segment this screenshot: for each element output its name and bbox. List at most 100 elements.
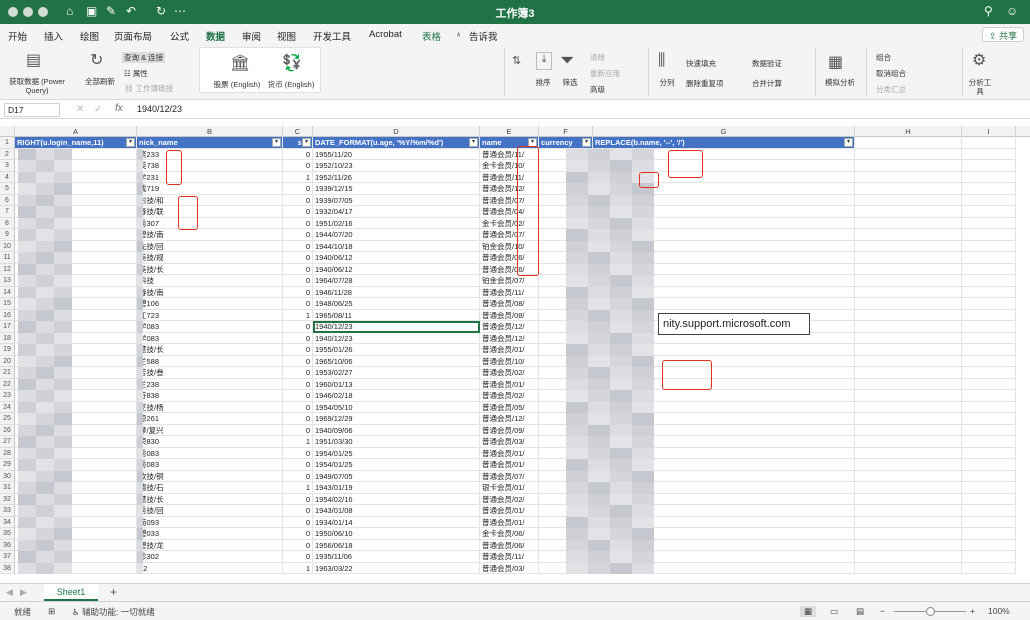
cell[interactable]: [855, 493, 962, 505]
sort-button[interactable]: 排序: [530, 78, 556, 87]
cell[interactable]: 0: [283, 263, 313, 275]
cell[interactable]: 1940/12/23: [313, 332, 480, 344]
cell[interactable]: 0: [283, 551, 313, 563]
cell[interactable]: [962, 309, 1016, 321]
cell[interactable]: 1943/01/08: [313, 505, 480, 517]
cell[interactable]: 琴/复兴: [137, 424, 283, 436]
cell[interactable]: 芳技/叁: [137, 367, 283, 379]
next-sheet-icon[interactable]: ▶: [20, 587, 27, 598]
cell[interactable]: [962, 459, 1016, 471]
insert-function-icon[interactable]: fx: [115, 103, 123, 114]
cell[interactable]: 学083: [137, 332, 283, 344]
cell[interactable]: 1956/06/18: [313, 539, 480, 551]
cell[interactable]: 0: [283, 470, 313, 482]
cell[interactable]: 0: [283, 275, 313, 287]
column-header-f[interactable]: F: [539, 126, 593, 137]
cell[interactable]: 慧技/长: [137, 493, 283, 505]
cell[interactable]: 0: [283, 378, 313, 390]
cell[interactable]: 0: [283, 459, 313, 471]
sheet-tab-sheet1[interactable]: Sheet1: [44, 584, 98, 601]
cell[interactable]: [855, 206, 962, 218]
cell[interactable]: 普通会员/09/: [480, 424, 539, 436]
cell[interactable]: [962, 413, 1016, 425]
cell[interactable]: [855, 286, 962, 298]
cell[interactable]: 金卡会员/06/: [480, 528, 539, 540]
cell[interactable]: 学083: [137, 321, 283, 333]
macro-record-icon[interactable]: ⊞: [48, 606, 55, 617]
cell[interactable]: 0: [283, 528, 313, 540]
cell[interactable]: 1940/09/06: [313, 424, 480, 436]
cell[interactable]: 荣830: [137, 436, 283, 448]
cell[interactable]: 1: [283, 482, 313, 494]
row-number[interactable]: 29: [0, 459, 15, 471]
cell[interactable]: 芬838: [137, 390, 283, 402]
tab-developer[interactable]: 开发工具: [313, 29, 351, 43]
cell[interactable]: [855, 539, 962, 551]
filter-dropdown-icon[interactable]: ▾: [582, 138, 591, 147]
cell[interactable]: 0: [283, 332, 313, 344]
cell[interactable]: 铂金会员/07/: [480, 275, 539, 287]
cell[interactable]: [855, 263, 962, 275]
row-number[interactable]: 19: [0, 344, 15, 356]
cell[interactable]: 1: [283, 436, 313, 448]
cell[interactable]: 普通会员/01/: [480, 516, 539, 528]
cell[interactable]: [962, 436, 1016, 448]
row-number[interactable]: 14: [0, 286, 15, 298]
cell[interactable]: 1940/06/12: [313, 252, 480, 264]
cell[interactable]: 普通会员/12/: [480, 332, 539, 344]
prev-sheet-icon[interactable]: ◀: [6, 587, 13, 598]
column-header-i[interactable]: I: [962, 126, 1016, 137]
currency-button[interactable]: 货币 (English): [266, 80, 316, 89]
cell[interactable]: [855, 355, 962, 367]
cell[interactable]: 珍302: [137, 551, 283, 563]
cell[interactable]: [962, 183, 1016, 195]
cell[interactable]: 1940/06/12: [313, 263, 480, 275]
cell[interactable]: 春技/联: [137, 206, 283, 218]
cell[interactable]: 兰588: [137, 355, 283, 367]
cell[interactable]: [855, 470, 962, 482]
cell[interactable]: [855, 229, 962, 241]
cell[interactable]: 软技/铜: [137, 470, 283, 482]
cell[interactable]: 1954/01/25: [313, 447, 480, 459]
cell[interactable]: 江723: [137, 309, 283, 321]
filter-dropdown-icon[interactable]: ▾: [469, 138, 478, 147]
cell[interactable]: 普通会员/01/: [480, 447, 539, 459]
cell[interactable]: [962, 470, 1016, 482]
cell[interactable]: 1940/12/23: [313, 321, 480, 333]
header-cell[interactable]: DATE_FORMAT(u.age, '%Y/%m/%d'): [313, 137, 480, 149]
cell[interactable]: 碧106: [137, 298, 283, 310]
cell[interactable]: 0: [283, 516, 313, 528]
cell[interactable]: 普通会员/02/: [480, 367, 539, 379]
filter-dropdown-icon[interactable]: ▾: [302, 138, 311, 147]
reapply-button[interactable]: 重新应用: [590, 68, 620, 79]
get-data-button[interactable]: 获取数据 (Power Query): [4, 77, 70, 95]
cell[interactable]: 1955/01/26: [313, 344, 480, 356]
cell[interactable]: 0: [283, 298, 313, 310]
cell[interactable]: 0: [283, 390, 313, 402]
cell[interactable]: 0: [283, 401, 313, 413]
cell[interactable]: 菊093: [137, 516, 283, 528]
cell[interactable]: [962, 160, 1016, 172]
cell[interactable]: 普通会员/05/: [480, 401, 539, 413]
cell[interactable]: [962, 562, 1016, 574]
cell[interactable]: [962, 482, 1016, 494]
cell[interactable]: [855, 183, 962, 195]
cell[interactable]: 0: [283, 217, 313, 229]
row-number[interactable]: 26: [0, 424, 15, 436]
properties-button[interactable]: ☷ 属性: [124, 68, 148, 79]
row-number[interactable]: 21: [0, 367, 15, 379]
row-number[interactable]: 33: [0, 505, 15, 517]
column-header-d[interactable]: D: [313, 126, 480, 137]
cell[interactable]: 美技/规: [137, 252, 283, 264]
row-number[interactable]: 35: [0, 528, 15, 540]
cell[interactable]: [855, 424, 962, 436]
analysis-tools-button[interactable]: 分析工具: [966, 78, 994, 96]
cell[interactable]: 1: [283, 309, 313, 321]
cell[interactable]: 成719: [137, 183, 283, 195]
cell[interactable]: [962, 447, 1016, 459]
cell[interactable]: [962, 493, 1016, 505]
cell[interactable]: 秀083: [137, 447, 283, 459]
zoom-out-button[interactable]: −: [880, 606, 885, 616]
cell[interactable]: 0: [283, 252, 313, 264]
cell[interactable]: 1952/10/23: [313, 160, 480, 172]
